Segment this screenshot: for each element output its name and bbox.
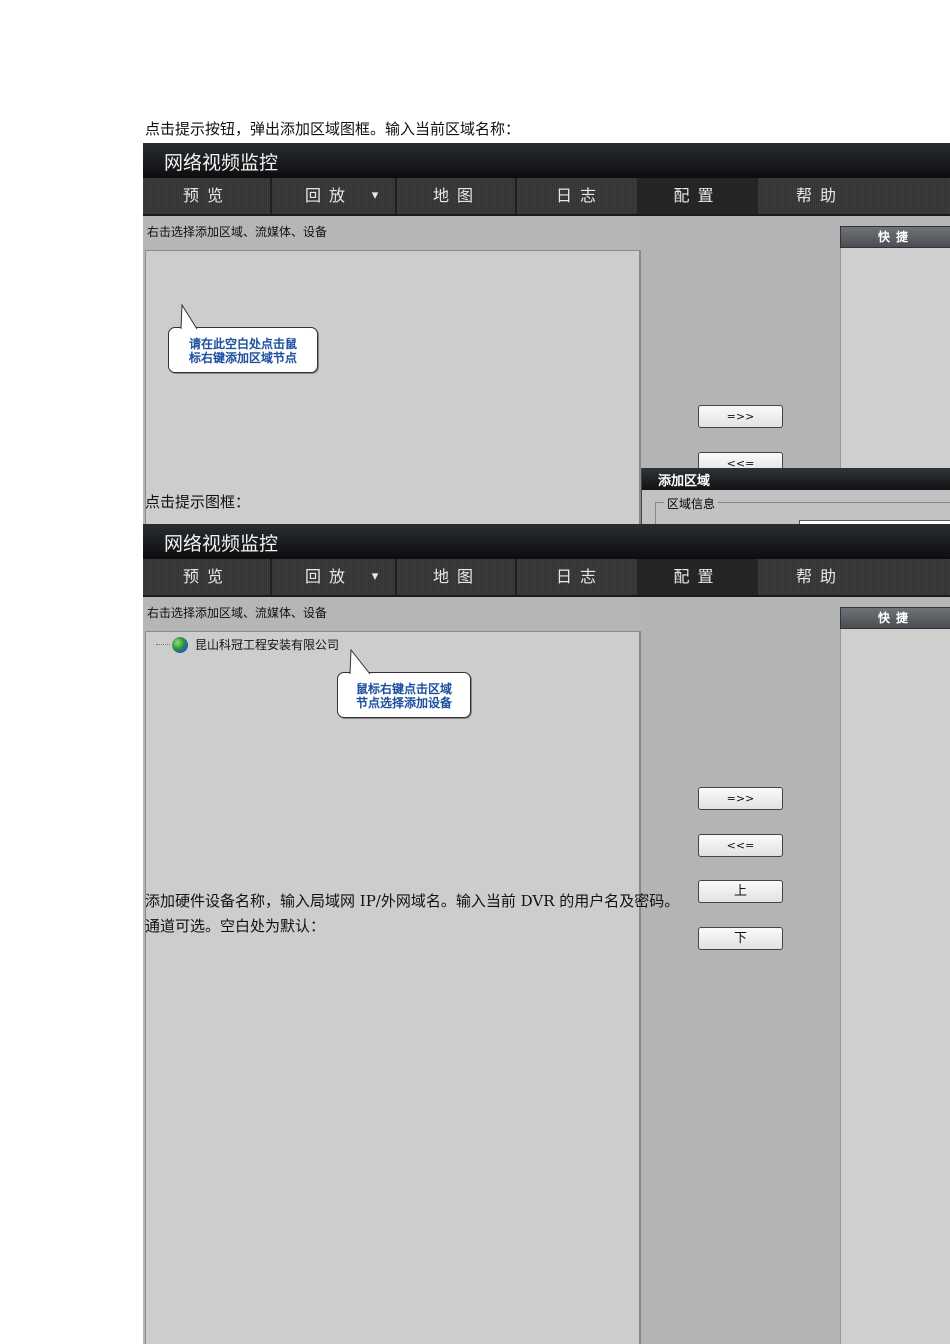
add-area-dialog: 添加区域 区域信息: [641, 468, 950, 524]
quick-panel: [840, 629, 950, 1344]
remove-button[interactable]: <<=: [698, 834, 783, 857]
quick-button[interactable]: 快捷: [840, 226, 950, 248]
tree-node-label: 昆山科冠工程安装有限公司: [195, 638, 340, 652]
area-tree[interactable]: 昆山科冠工程安装有限公司: [145, 631, 641, 1344]
nav-help[interactable]: 帮助: [776, 559, 864, 595]
tip-text: 请在此空白处点击鼠: [188, 337, 297, 351]
nav-log[interactable]: 日志: [536, 178, 624, 214]
hint-label: 右击选择添加区域、流媒体、设备: [147, 606, 328, 620]
nav-log[interactable]: 日志: [536, 559, 624, 595]
doc-paragraph: 添加硬件设备名称，输入局域网 IP/外网域名。输入当前 DVR 的用户名及密码。: [145, 892, 680, 910]
doc-paragraph: 点击提示图框：: [145, 493, 251, 511]
doc-paragraph: 点击提示按钮，弹出添加区域图框。输入当前区域名称：: [145, 120, 521, 138]
nav-map[interactable]: 地图: [413, 178, 501, 214]
move-up-button[interactable]: 上: [698, 880, 783, 903]
hint-label: 右击选择添加区域、流媒体、设备: [147, 225, 328, 239]
nav-preview[interactable]: 预览: [163, 559, 251, 595]
nav-playback[interactable]: 回放: [293, 559, 365, 595]
area-tree[interactable]: [145, 250, 641, 524]
doc-paragraph: 通道可选。空白处为默认：: [145, 917, 326, 935]
nav-config[interactable]: 配置: [637, 559, 758, 595]
hint-tooltip[interactable]: 鼠标右键点击区域 节点选择添加设备: [337, 649, 471, 718]
tip-text: 节点选择添加设备: [355, 696, 452, 710]
move-down-button[interactable]: 下: [698, 927, 783, 950]
add-button[interactable]: =>>: [698, 787, 783, 810]
fieldset-legend: 区域信息: [664, 495, 719, 512]
screenshot-add-area: 网络视频监控 预览 回放 ▾ 地图 日志 配置 帮助 右击选择添加区域、流媒体、…: [143, 143, 950, 524]
chevron-down-icon[interactable]: ▾: [365, 559, 385, 595]
nav-help[interactable]: 帮助: [776, 178, 864, 214]
tree-node[interactable]: 昆山科冠工程安装有限公司: [156, 636, 339, 653]
add-button[interactable]: =>>: [698, 405, 783, 428]
dialog-title: 添加区域: [642, 468, 950, 490]
app-title: 网络视频监控: [143, 143, 950, 178]
globe-icon: [172, 636, 188, 653]
tip-text: 标右键添加区域节点: [188, 351, 297, 365]
app-title: 网络视频监控: [143, 524, 950, 559]
tip-text: 鼠标右键点击区域: [355, 682, 452, 696]
nav-preview[interactable]: 预览: [163, 178, 251, 214]
nav-config[interactable]: 配置: [637, 178, 758, 214]
main-nav: 预览 回放 ▾ 地图 日志 配置 帮助: [143, 559, 950, 597]
quick-button[interactable]: 快捷: [840, 607, 950, 629]
hint-tooltip[interactable]: 请在此空白处点击鼠 标右键添加区域节点: [168, 304, 318, 373]
chevron-down-icon[interactable]: ▾: [365, 178, 385, 214]
nav-playback[interactable]: 回放: [293, 178, 365, 214]
main-nav: 预览 回放 ▾ 地图 日志 配置 帮助: [143, 178, 950, 216]
nav-map[interactable]: 地图: [413, 559, 501, 595]
